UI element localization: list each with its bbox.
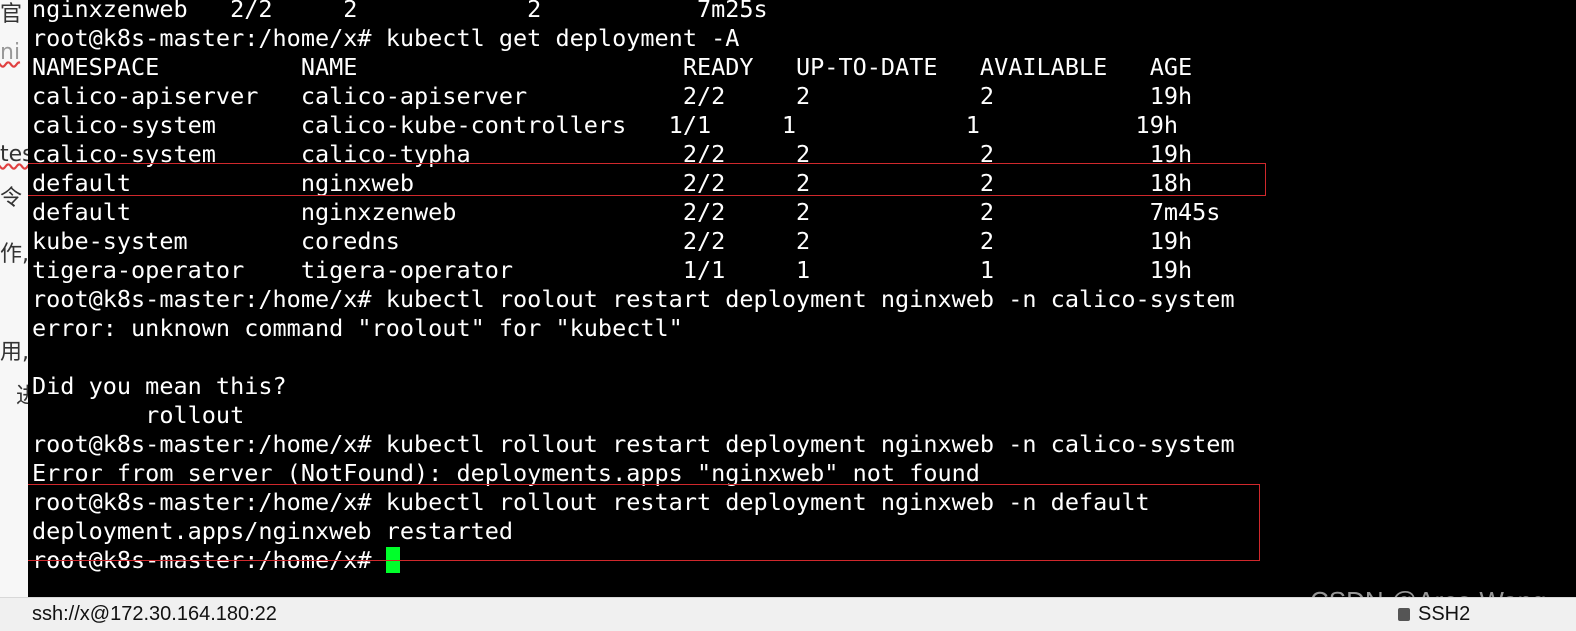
highlight-box-restart-command xyxy=(28,484,1260,561)
background-text: 令 xyxy=(0,186,23,211)
background-text: tes xyxy=(0,142,28,167)
protocol-label: SSH2 xyxy=(1418,603,1471,625)
terminal-line: error: unknown command "roolout" for "ku… xyxy=(32,314,683,342)
background-text: 作, xyxy=(0,242,28,267)
background-text: 用, xyxy=(0,340,28,365)
background-document: 官 ni tes 令 作, 用, 进 xyxy=(0,0,28,600)
background-text: ni xyxy=(0,40,21,65)
connection-status: ssh://x@172.30.164.180:22 xyxy=(32,603,277,625)
terminal-line: Did you mean this? xyxy=(32,372,287,400)
background-text: 进 xyxy=(16,384,28,409)
status-bar: ssh://x@172.30.164.180:22 SSH2 xyxy=(0,597,1576,631)
terminal-line: root@k8s-master:/home/x# kubectl roolout… xyxy=(32,285,1235,313)
terminal-line: root@k8s-master:/home/x# kubectl get dep… xyxy=(32,24,740,52)
terminal-line: calico-system calico-kube-controllers 1/… xyxy=(32,111,1179,139)
terminal-window[interactable]: nginxzenweb 2/2 2 2 7m25s root@k8s-maste… xyxy=(28,0,1576,597)
terminal-line: NAMESPACE NAME READY UP-TO-DATE AVAILABL… xyxy=(32,53,1193,81)
background-text: 官 xyxy=(0,2,23,27)
terminal-line: rollout xyxy=(32,401,245,429)
terminal-line: kube-system coredns 2/2 2 2 19h xyxy=(32,227,1193,255)
lock-icon xyxy=(1398,608,1410,621)
terminal-line: root@k8s-master:/home/x# kubectl rollout… xyxy=(32,430,1235,458)
terminal-line: nginxzenweb 2/2 2 2 7m25s xyxy=(32,0,768,23)
terminal-line: tigera-operator tigera-operator 1/1 1 1 … xyxy=(32,256,1193,284)
highlight-box-nginxweb-row xyxy=(28,163,1266,196)
terminal-line: calico-apiserver calico-apiserver 2/2 2 … xyxy=(32,82,1193,110)
terminal-line: default nginxzenweb 2/2 2 2 7m45s xyxy=(32,198,1221,226)
